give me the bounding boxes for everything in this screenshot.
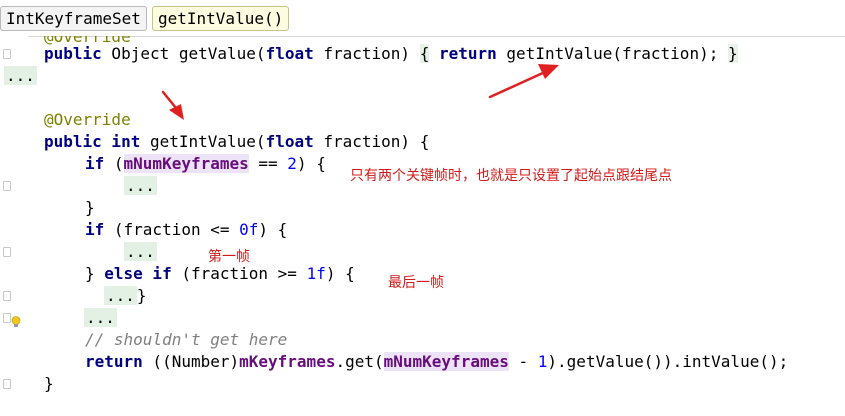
code-line-return: return ((Number)mKeyframes.get(mNumKeyfr…: [85, 351, 788, 373]
number-literal: 2: [287, 154, 297, 173]
folded-region[interactable]: ...: [84, 307, 117, 329]
code-text: fraction) {: [313, 132, 430, 151]
closing-brace: }: [85, 198, 95, 217]
code-text: getIntValue(: [140, 132, 266, 151]
keyword: public: [44, 44, 102, 63]
keyword: public int: [44, 132, 141, 151]
code-line-else-if: } else if (fraction >= 1f) {: [85, 263, 355, 285]
breadcrumb: IntKeyframeSet getIntValue(): [0, 0, 845, 37]
code-editor[interactable]: @Override public Object getValue(float f…: [0, 36, 845, 416]
breadcrumb-method[interactable]: getIntValue(): [152, 6, 290, 31]
breadcrumb-class[interactable]: IntKeyframeSet: [0, 6, 147, 31]
fold-ellipsis[interactable]: ...: [124, 176, 157, 195]
keyword: float: [265, 44, 314, 63]
folded-region[interactable]: ...}: [104, 285, 147, 307]
folded-region[interactable]: ...: [124, 241, 157, 263]
field-ref: mNumKeyframes: [383, 352, 509, 371]
fold-ellipsis[interactable]: ...: [4, 66, 37, 85]
closing-brace: }: [136, 286, 147, 305]
code-comment: // shouldn't get here: [85, 330, 288, 349]
code-text: ((Number): [142, 352, 240, 371]
code-text: ) {: [296, 154, 326, 173]
code-text: ) {: [325, 264, 355, 283]
folded-region[interactable]: ...: [124, 175, 157, 197]
fold-ellipsis[interactable]: ...: [124, 242, 157, 261]
code-text: ).getValue()).intValue();: [547, 352, 789, 371]
code-text: ==: [248, 154, 288, 173]
keyword: else if: [104, 264, 172, 283]
keyword: return: [429, 44, 497, 63]
brace: }: [727, 44, 738, 63]
field-ref: mNumKeyframes: [123, 154, 249, 173]
code-text: -: [508, 352, 538, 371]
keyword: if: [85, 220, 105, 239]
folded-region[interactable]: ...: [4, 65, 37, 87]
annotation-note-two-keyframes: 只有两个关键帧时，也就是只设置了起始点跟结尾点: [350, 168, 672, 184]
number-literal: 1: [537, 352, 548, 371]
fold-ellipsis[interactable]: ...: [84, 308, 117, 327]
closing-brace: }: [44, 374, 54, 393]
annotation-note-first-frame: 第一帧: [208, 249, 250, 265]
number-literal: 1f: [306, 264, 326, 283]
code-text: (: [104, 154, 124, 173]
code-line-getvalue: public Object getValue(float fraction) {…: [44, 43, 738, 65]
brace: {: [419, 44, 430, 63]
code-line-if-two: if (mNumKeyframes == 2) {: [85, 153, 326, 175]
code-text: }: [85, 264, 105, 283]
code-text: .get(: [335, 352, 384, 371]
code-text: ) {: [258, 220, 288, 239]
code-text: fraction): [313, 44, 420, 63]
number-literal: 0f: [239, 220, 259, 239]
override-annotation: @Override: [44, 110, 131, 129]
code-line-if-zero: if (fraction <= 0f) {: [85, 219, 287, 241]
code-text: getIntValue(fraction);: [496, 44, 728, 63]
code-text: (fraction >=: [171, 264, 307, 283]
keyword: float: [265, 132, 314, 151]
keyword: return: [85, 352, 143, 371]
code-text: Object getValue(: [101, 44, 266, 63]
code-line-getintvalue: public int getIntValue(float fraction) {: [44, 131, 429, 153]
fold-ellipsis[interactable]: ...: [104, 286, 137, 305]
annotation-note-last-frame: 最后一帧: [388, 275, 444, 291]
field-ref: mKeyframes: [239, 352, 336, 371]
code-text: (fraction <=: [104, 220, 240, 239]
keyword: if: [85, 154, 105, 173]
